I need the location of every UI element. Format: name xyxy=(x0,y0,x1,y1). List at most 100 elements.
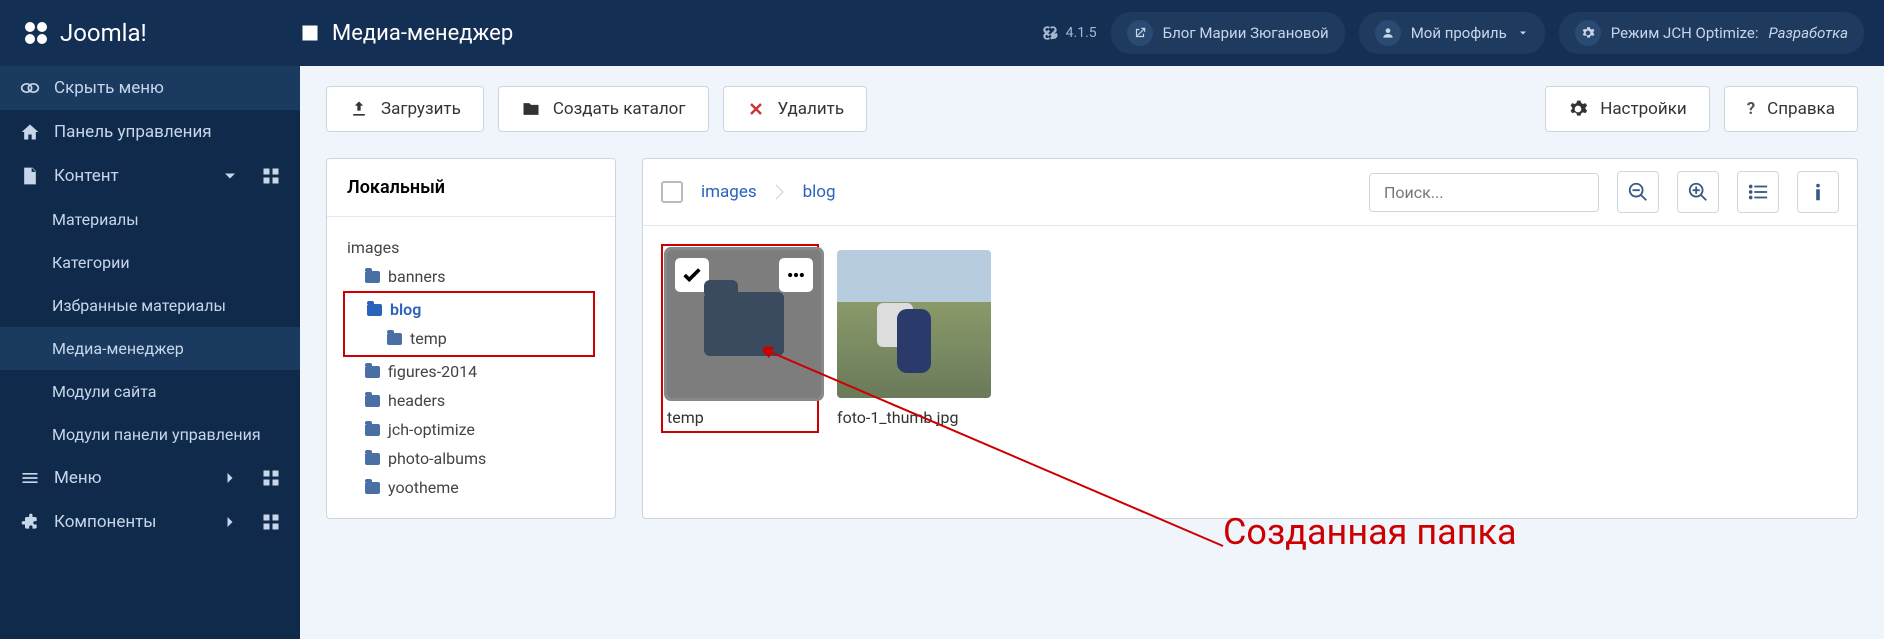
delete-icon xyxy=(746,99,766,119)
tree-item-jch[interactable]: jch-optimize xyxy=(347,415,595,444)
sidebar-item-dashboard[interactable]: Панель управления xyxy=(0,110,300,154)
mode-button[interactable]: Режим JCH Optimize: Разработка xyxy=(1559,12,1864,54)
breadcrumb-blog[interactable]: blog xyxy=(803,182,836,202)
gear-icon xyxy=(1575,20,1601,46)
info-button[interactable] xyxy=(1797,171,1839,213)
folder-large-icon xyxy=(704,292,784,356)
breadcrumb-separator xyxy=(775,184,785,200)
mode-button-prefix: Режим JCH Optimize: xyxy=(1611,24,1759,42)
sidebar-item-label: Панель управления xyxy=(54,122,212,142)
image-icon xyxy=(300,23,320,43)
sidebar-subitem-admin-modules[interactable]: Модули панели управления xyxy=(0,413,300,456)
content-area: Локальный images banners blog temp figur… xyxy=(326,158,1858,519)
logo-text: Joomla! xyxy=(60,19,147,47)
app-header: Joomla! Медиа-менеджер 4.1.5 Блог Марии … xyxy=(0,0,1884,66)
image-thumb-foto1[interactable]: foto-1_thumb.jpg xyxy=(837,250,991,427)
sidebar-subitem-categories[interactable]: Категории xyxy=(0,241,300,284)
thumbnails: temp foto-1_thumb.jpg Созданная папка xyxy=(643,226,1857,451)
search-input[interactable] xyxy=(1369,173,1599,212)
folder-icon xyxy=(521,99,541,119)
settings-button[interactable]: Настройки xyxy=(1545,86,1710,132)
list-icon xyxy=(20,468,40,488)
sidebar-subitem-media[interactable]: Медиа-менеджер xyxy=(0,327,300,370)
file-icon xyxy=(20,166,40,186)
sidebar-item-components[interactable]: Компоненты xyxy=(0,500,300,544)
sidebar-item-label: Контент xyxy=(54,166,119,186)
puzzle-icon xyxy=(20,512,40,532)
user-icon xyxy=(1375,20,1401,46)
folder-icon xyxy=(365,482,380,494)
logo[interactable]: Joomla! xyxy=(20,17,300,49)
zoom-in-button[interactable] xyxy=(1677,171,1719,213)
help-button-label: Справка xyxy=(1767,99,1835,119)
sidebar-item-label: Меню xyxy=(54,468,102,488)
chevron-down-icon xyxy=(1517,27,1529,39)
gear-icon xyxy=(1568,99,1588,119)
profile-button-label: Мой профиль xyxy=(1411,24,1507,42)
select-all-checkbox[interactable] xyxy=(661,181,683,203)
more-icon[interactable] xyxy=(779,258,813,292)
upload-button-label: Загрузить xyxy=(381,99,461,119)
sidebar-item-menu[interactable]: Меню xyxy=(0,456,300,500)
annotation-text: Созданная папка xyxy=(1223,511,1517,553)
main-content: Загрузить Создать каталог Удалить Настро… xyxy=(300,66,1884,539)
delete-button[interactable]: Удалить xyxy=(723,86,868,132)
folder-icon xyxy=(365,424,380,436)
tree-item-temp[interactable]: temp xyxy=(349,324,589,353)
joomla-icon xyxy=(1040,23,1060,43)
blog-button[interactable]: Блог Марии Зюгановой xyxy=(1111,12,1345,54)
blog-button-label: Блог Марии Зюгановой xyxy=(1163,24,1329,42)
folder-icon xyxy=(365,395,380,407)
toggle-icon xyxy=(20,78,40,98)
tree-item-yootheme[interactable]: yootheme xyxy=(347,473,595,502)
mode-button-value: Разработка xyxy=(1769,24,1848,42)
grid-icon[interactable] xyxy=(262,167,280,185)
folder-thumb-temp[interactable]: temp xyxy=(663,246,817,431)
chevron-right-icon xyxy=(220,512,240,532)
chevron-down-icon xyxy=(220,166,240,186)
home-icon xyxy=(20,122,40,142)
sidebar: Скрыть меню Панель управления Контент Ма… xyxy=(0,66,300,639)
tree-item-blog[interactable]: blog xyxy=(349,295,589,324)
folder-icon xyxy=(365,453,380,465)
profile-button[interactable]: Мой профиль xyxy=(1359,12,1545,54)
create-folder-button[interactable]: Создать каталог xyxy=(498,86,709,132)
list-view-button[interactable] xyxy=(1737,171,1779,213)
tree-item-photo-albums[interactable]: photo-albums xyxy=(347,444,595,473)
tree-root[interactable]: images xyxy=(347,233,595,262)
tree-item-figures[interactable]: figures-2014 xyxy=(347,357,595,386)
version-badge: 4.1.5 xyxy=(1040,23,1097,43)
thumb-label: temp xyxy=(667,408,813,427)
tree-item-headers[interactable]: headers xyxy=(347,386,595,415)
browser-toolbar: images blog xyxy=(643,159,1857,226)
grid-icon[interactable] xyxy=(262,513,280,531)
page-title: Медиа-менеджер xyxy=(300,21,513,46)
breadcrumb-images[interactable]: images xyxy=(701,182,757,202)
page-title-text: Медиа-менеджер xyxy=(332,21,513,46)
help-button[interactable]: ? Справка xyxy=(1724,86,1858,132)
sidebar-toggle[interactable]: Скрыть меню xyxy=(0,66,300,110)
zoom-out-button[interactable] xyxy=(1617,171,1659,213)
sidebar-subitem-featured[interactable]: Избранные материалы xyxy=(0,284,300,327)
sidebar-item-content[interactable]: Контент xyxy=(0,154,300,198)
folder-open-icon xyxy=(367,304,382,316)
sidebar-item-label: Компоненты xyxy=(54,512,157,532)
tree-item-banners[interactable]: banners xyxy=(347,262,595,291)
folder-icon xyxy=(365,366,380,378)
sidebar-subitem-site-modules[interactable]: Модули сайта xyxy=(0,370,300,413)
thumb-label: foto-1_thumb.jpg xyxy=(837,408,991,427)
settings-button-label: Настройки xyxy=(1600,99,1687,119)
help-icon: ? xyxy=(1747,99,1755,119)
chevron-right-icon xyxy=(220,468,240,488)
delete-button-label: Удалить xyxy=(778,99,845,119)
header-right: 4.1.5 Блог Марии Зюгановой Мой профиль Р… xyxy=(1040,12,1864,54)
file-browser: images blog temp xyxy=(642,158,1858,519)
sidebar-toggle-label: Скрыть меню xyxy=(54,78,164,98)
sidebar-subitem-materials[interactable]: Материалы xyxy=(0,198,300,241)
tree-title: Локальный xyxy=(327,159,615,217)
upload-icon xyxy=(349,99,369,119)
upload-button[interactable]: Загрузить xyxy=(326,86,484,132)
grid-icon[interactable] xyxy=(262,469,280,487)
external-link-icon xyxy=(1127,20,1153,46)
folder-tree: Локальный images banners blog temp figur… xyxy=(326,158,616,519)
